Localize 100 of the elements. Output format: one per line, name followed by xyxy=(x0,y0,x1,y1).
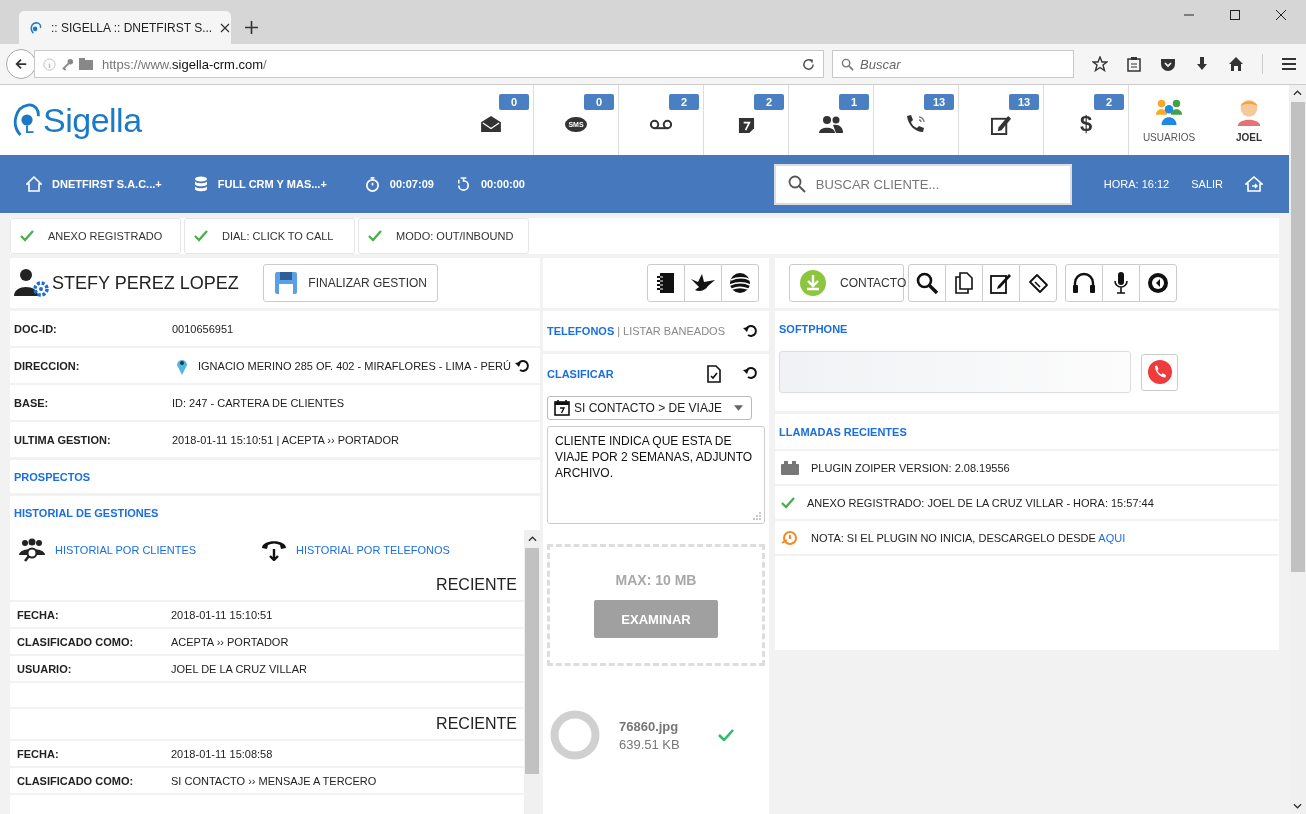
search-icon xyxy=(916,272,938,294)
campaign-link[interactable]: FULL CRM Y MAS...+ xyxy=(217,178,327,190)
star-icon[interactable] xyxy=(1092,56,1108,72)
group-search-icon xyxy=(18,538,46,562)
home-exit-icon[interactable] xyxy=(1245,176,1263,192)
field-label: BASE: xyxy=(14,396,50,409)
status-chip: DIAL: CLICK TO CALL xyxy=(184,218,355,254)
address-field[interactable]: https://www.sigella-crm.com/ xyxy=(34,50,824,78)
headset-logo-icon xyxy=(13,101,41,139)
back-circle-icon xyxy=(1147,272,1169,294)
menu-icon[interactable] xyxy=(1281,56,1297,72)
info-icon xyxy=(43,57,56,71)
undo-icon[interactable] xyxy=(743,323,759,339)
browser-tab[interactable]: :: SIGELLA :: DNETFIRST S... xyxy=(19,11,231,44)
resize-grip-icon[interactable] xyxy=(753,512,761,520)
users-button[interactable]: USUARIOS xyxy=(1129,85,1209,155)
database-icon xyxy=(193,176,208,192)
globe-icon xyxy=(729,272,751,294)
hang-up-button[interactable] xyxy=(1141,353,1178,391)
client-name: STEFY PEREZ LOPEZ xyxy=(52,272,239,294)
section-title: CLASIFICAR xyxy=(547,368,614,380)
microphone-button[interactable] xyxy=(1102,264,1140,302)
attach-button[interactable] xyxy=(1019,264,1057,302)
back-button[interactable] xyxy=(1139,264,1177,302)
user-settings-icon xyxy=(14,268,50,298)
url-text: https://www.sigella-crm.com/ xyxy=(102,56,268,72)
logout-link[interactable]: SALIR xyxy=(1191,178,1223,190)
scrollbar[interactable] xyxy=(524,530,540,814)
field-label: FECHA: xyxy=(17,747,60,760)
section-title[interactable]: PROSPECTOS xyxy=(14,470,91,483)
globe-button[interactable] xyxy=(721,264,759,302)
undo-icon[interactable] xyxy=(743,365,759,381)
close-icon[interactable] xyxy=(1276,10,1286,20)
field-label: DOC-ID: xyxy=(14,322,58,335)
copy-button[interactable] xyxy=(945,264,983,302)
client-search-field[interactable]: BUSCAR CLIENTE... xyxy=(773,163,1072,205)
new-tab-icon[interactable] xyxy=(245,21,258,34)
undo-icon[interactable] xyxy=(515,357,531,374)
call-timer: 00:07:09 xyxy=(389,178,434,190)
home-icon xyxy=(26,176,42,192)
file-name: 76860.jpg xyxy=(619,718,680,734)
history-link[interactable]: HISTORIAL POR TELEFONOS xyxy=(296,544,450,556)
search-icon xyxy=(841,57,854,71)
maximize-icon[interactable] xyxy=(1230,10,1240,20)
status-chip: MODO: OUT/INBOUND xyxy=(358,218,529,254)
notebook-button[interactable] xyxy=(647,264,685,302)
bird-icon xyxy=(690,273,716,293)
count-badge: 2 xyxy=(1094,94,1124,110)
edit-icon xyxy=(990,113,1012,135)
upload-dropzone[interactable]: MAX: 10 MB EXAMINAR xyxy=(547,544,765,666)
company-link[interactable]: DNETFIRST S.A.C...+ xyxy=(52,178,162,190)
caret-icon xyxy=(734,405,743,411)
search-icon xyxy=(787,175,806,193)
browse-button[interactable]: EXAMINAR xyxy=(594,600,718,638)
search-button[interactable] xyxy=(908,264,946,302)
profile-button[interactable]: JOEL xyxy=(1209,85,1289,155)
headphones-icon xyxy=(1072,272,1096,294)
scroll-up-icon[interactable] xyxy=(1293,90,1302,96)
calendar-icon xyxy=(554,400,570,416)
field-value: 2018-01-11 15:10:51 | ACEPTA ›› PORTADOR xyxy=(172,433,400,446)
headphones-button[interactable] xyxy=(1065,264,1103,302)
download-icon[interactable] xyxy=(1194,56,1210,72)
count-badge: 13 xyxy=(924,94,954,110)
document-check-icon[interactable] xyxy=(707,365,721,383)
bird-button[interactable] xyxy=(684,264,722,302)
pocket-icon[interactable] xyxy=(1160,56,1176,72)
headset-icon xyxy=(29,20,43,35)
classification-dropdown[interactable]: SI CONTACTO > DE VIAJE xyxy=(547,396,752,420)
back-button[interactable] xyxy=(6,49,36,79)
scroll-up-icon[interactable] xyxy=(527,536,537,542)
copy-icon xyxy=(955,272,973,294)
home-icon[interactable] xyxy=(1228,56,1244,72)
dial-field[interactable] xyxy=(779,351,1131,393)
clock-text: HORA: 16:12 xyxy=(1103,178,1170,190)
phone-download-icon xyxy=(261,539,287,561)
notification-button[interactable]: 0 xyxy=(449,85,534,155)
search-field[interactable]: Buscar xyxy=(832,50,1074,78)
download-link[interactable]: AQUI xyxy=(1098,531,1126,544)
field-value: ACEPTA ›› PORTADOR xyxy=(171,635,289,648)
field-label: ULTIMA GESTION: xyxy=(14,433,112,446)
field-label: DIRECCION: xyxy=(14,359,81,372)
field-label: USUARIO: xyxy=(17,662,73,675)
close-icon[interactable] xyxy=(220,22,231,33)
phone-icon xyxy=(905,114,927,134)
section-title[interactable]: HISTORIAL DE GESTIONES xyxy=(14,507,159,519)
contact-button[interactable]: CONTACTO xyxy=(789,264,904,302)
scroll-down-icon[interactable] xyxy=(1293,803,1302,809)
history-link[interactable]: HISTORIAL POR CLIENTES xyxy=(55,544,197,556)
note-textarea[interactable]: CLIENTE INDICA QUE ESTA DE VIAJE POR 2 SEMANAS, ADJUNTO ARCHIVO. xyxy=(547,426,765,524)
size-limit: MAX: 10 MB xyxy=(615,572,697,588)
finish-button[interactable]: FINALIZAR GESTION xyxy=(263,264,438,302)
edit-button[interactable] xyxy=(982,264,1020,302)
field-value: ID: 247 - CARTERA DE CLIENTES xyxy=(172,396,345,409)
edit-icon xyxy=(990,272,1012,294)
field-value: IGNACIO MERINO 285 OF. 402 - MIRAFLORES - LIMA - PERÚ xyxy=(198,359,511,372)
count-badge: 1 xyxy=(839,94,869,110)
reload-icon[interactable] xyxy=(802,57,815,71)
clipboard-icon[interactable] xyxy=(1126,56,1142,72)
plugin-icon xyxy=(781,460,799,475)
warning-icon xyxy=(781,529,799,546)
